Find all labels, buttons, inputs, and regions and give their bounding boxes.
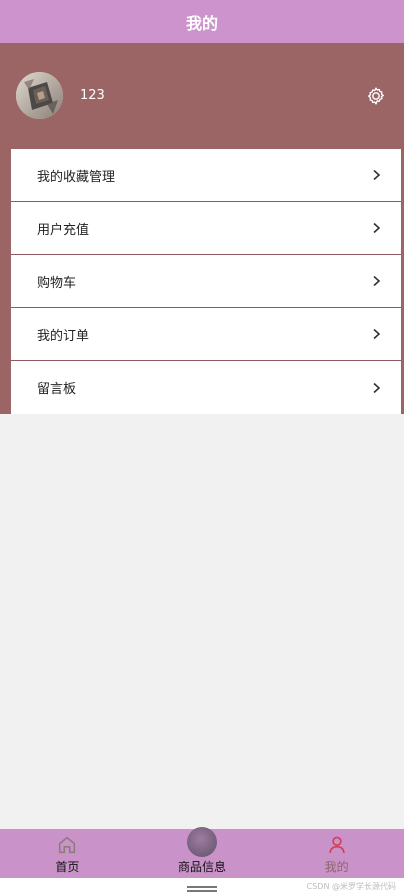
menu-item-orders[interactable]: 我的订单 bbox=[11, 308, 401, 361]
nav-mine-label: 我的 bbox=[324, 860, 349, 874]
gear-icon[interactable] bbox=[366, 86, 386, 106]
page-title: 我的 bbox=[185, 13, 218, 33]
profile-menu: 我的收藏管理 用户充值 购物车 我的订单 留言板 bbox=[11, 149, 401, 414]
menu-item-label: 购物车 bbox=[37, 275, 77, 291]
menu-item-cart[interactable]: 购物车 bbox=[11, 255, 401, 308]
system-bottom-bar: CSDN @米罗学长源代码 bbox=[0, 878, 404, 896]
nav-home-label: 首页 bbox=[55, 860, 80, 874]
chevron-right-icon bbox=[373, 169, 381, 181]
page-header: 我的 bbox=[0, 0, 404, 43]
user-avatar[interactable] bbox=[16, 72, 63, 119]
orb-icon bbox=[186, 827, 217, 857]
avatar-image-icon bbox=[16, 72, 63, 119]
nav-products-label: 商品信息 bbox=[177, 860, 226, 874]
nav-mine[interactable]: 我的 bbox=[287, 834, 387, 875]
bottom-navigation: 首页 商品信息 我的 bbox=[0, 827, 404, 878]
menu-item-label: 用户充值 bbox=[37, 222, 90, 238]
menu-item-label: 留言板 bbox=[37, 382, 77, 397]
menu-item-message-board[interactable]: 留言板 bbox=[11, 361, 401, 414]
home-icon bbox=[59, 836, 76, 854]
nav-products[interactable]: 商品信息 bbox=[152, 827, 252, 875]
watermark-text: CSDN @米罗学长源代码 bbox=[306, 882, 396, 891]
menu-item-label: 我的订单 bbox=[37, 328, 90, 344]
chevron-right-icon bbox=[373, 275, 381, 287]
profile-panel: 123 我的收藏管理 用户充值 购物车 我的订单 留言板 bbox=[0, 43, 404, 414]
nav-home[interactable]: 首页 bbox=[17, 834, 117, 875]
username: 123 bbox=[80, 88, 105, 103]
home-indicator bbox=[187, 886, 217, 888]
menu-item-label: 我的收藏管理 bbox=[37, 169, 116, 185]
chevron-right-icon bbox=[373, 328, 381, 340]
menu-item-recharge[interactable]: 用户充值 bbox=[11, 202, 401, 255]
chevron-right-icon bbox=[373, 222, 381, 234]
chevron-right-icon bbox=[373, 382, 381, 393]
user-icon bbox=[328, 836, 345, 854]
menu-item-favorites[interactable]: 我的收藏管理 bbox=[11, 149, 401, 202]
